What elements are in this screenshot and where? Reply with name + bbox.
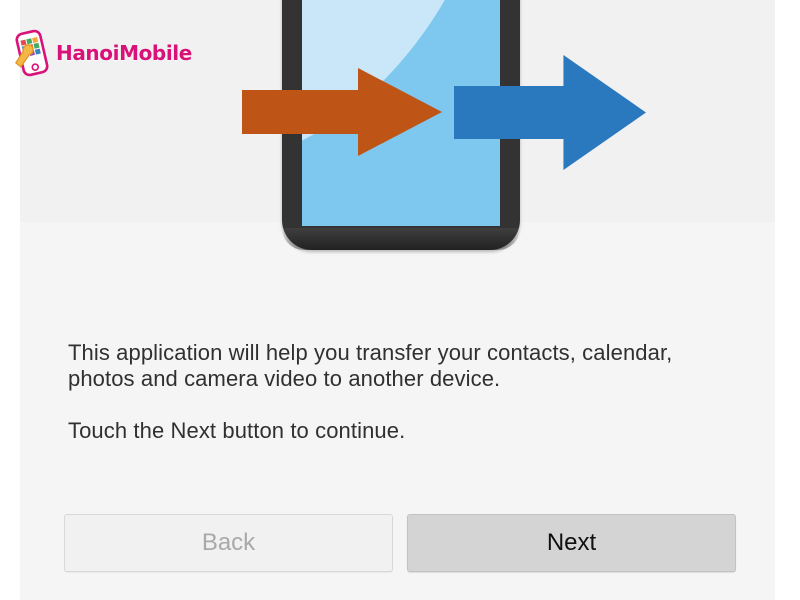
screen-highlight	[302, 0, 500, 170]
next-button-label: Next	[546, 529, 597, 556]
brand-wordmark: HanoiMobile	[56, 41, 192, 65]
smartphone-wrench-icon	[12, 28, 52, 78]
app-screen: This application will help you transfer …	[0, 0, 800, 600]
app-canvas: This application will help you transfer …	[20, 0, 775, 600]
back-button-label: Back	[201, 529, 256, 556]
intro-paragraph-2: Touch the Next button to continue.	[68, 418, 406, 443]
brand-watermark: HanoiMobile	[12, 28, 192, 78]
intro-text-block: This application will help you transfer …	[68, 340, 728, 444]
intro-paragraph-1: This application will help you transfer …	[68, 340, 673, 391]
next-button[interactable]: Next	[407, 514, 736, 572]
back-button[interactable]: Back	[64, 514, 393, 572]
wizard-button-bar: Back Next	[64, 514, 736, 572]
